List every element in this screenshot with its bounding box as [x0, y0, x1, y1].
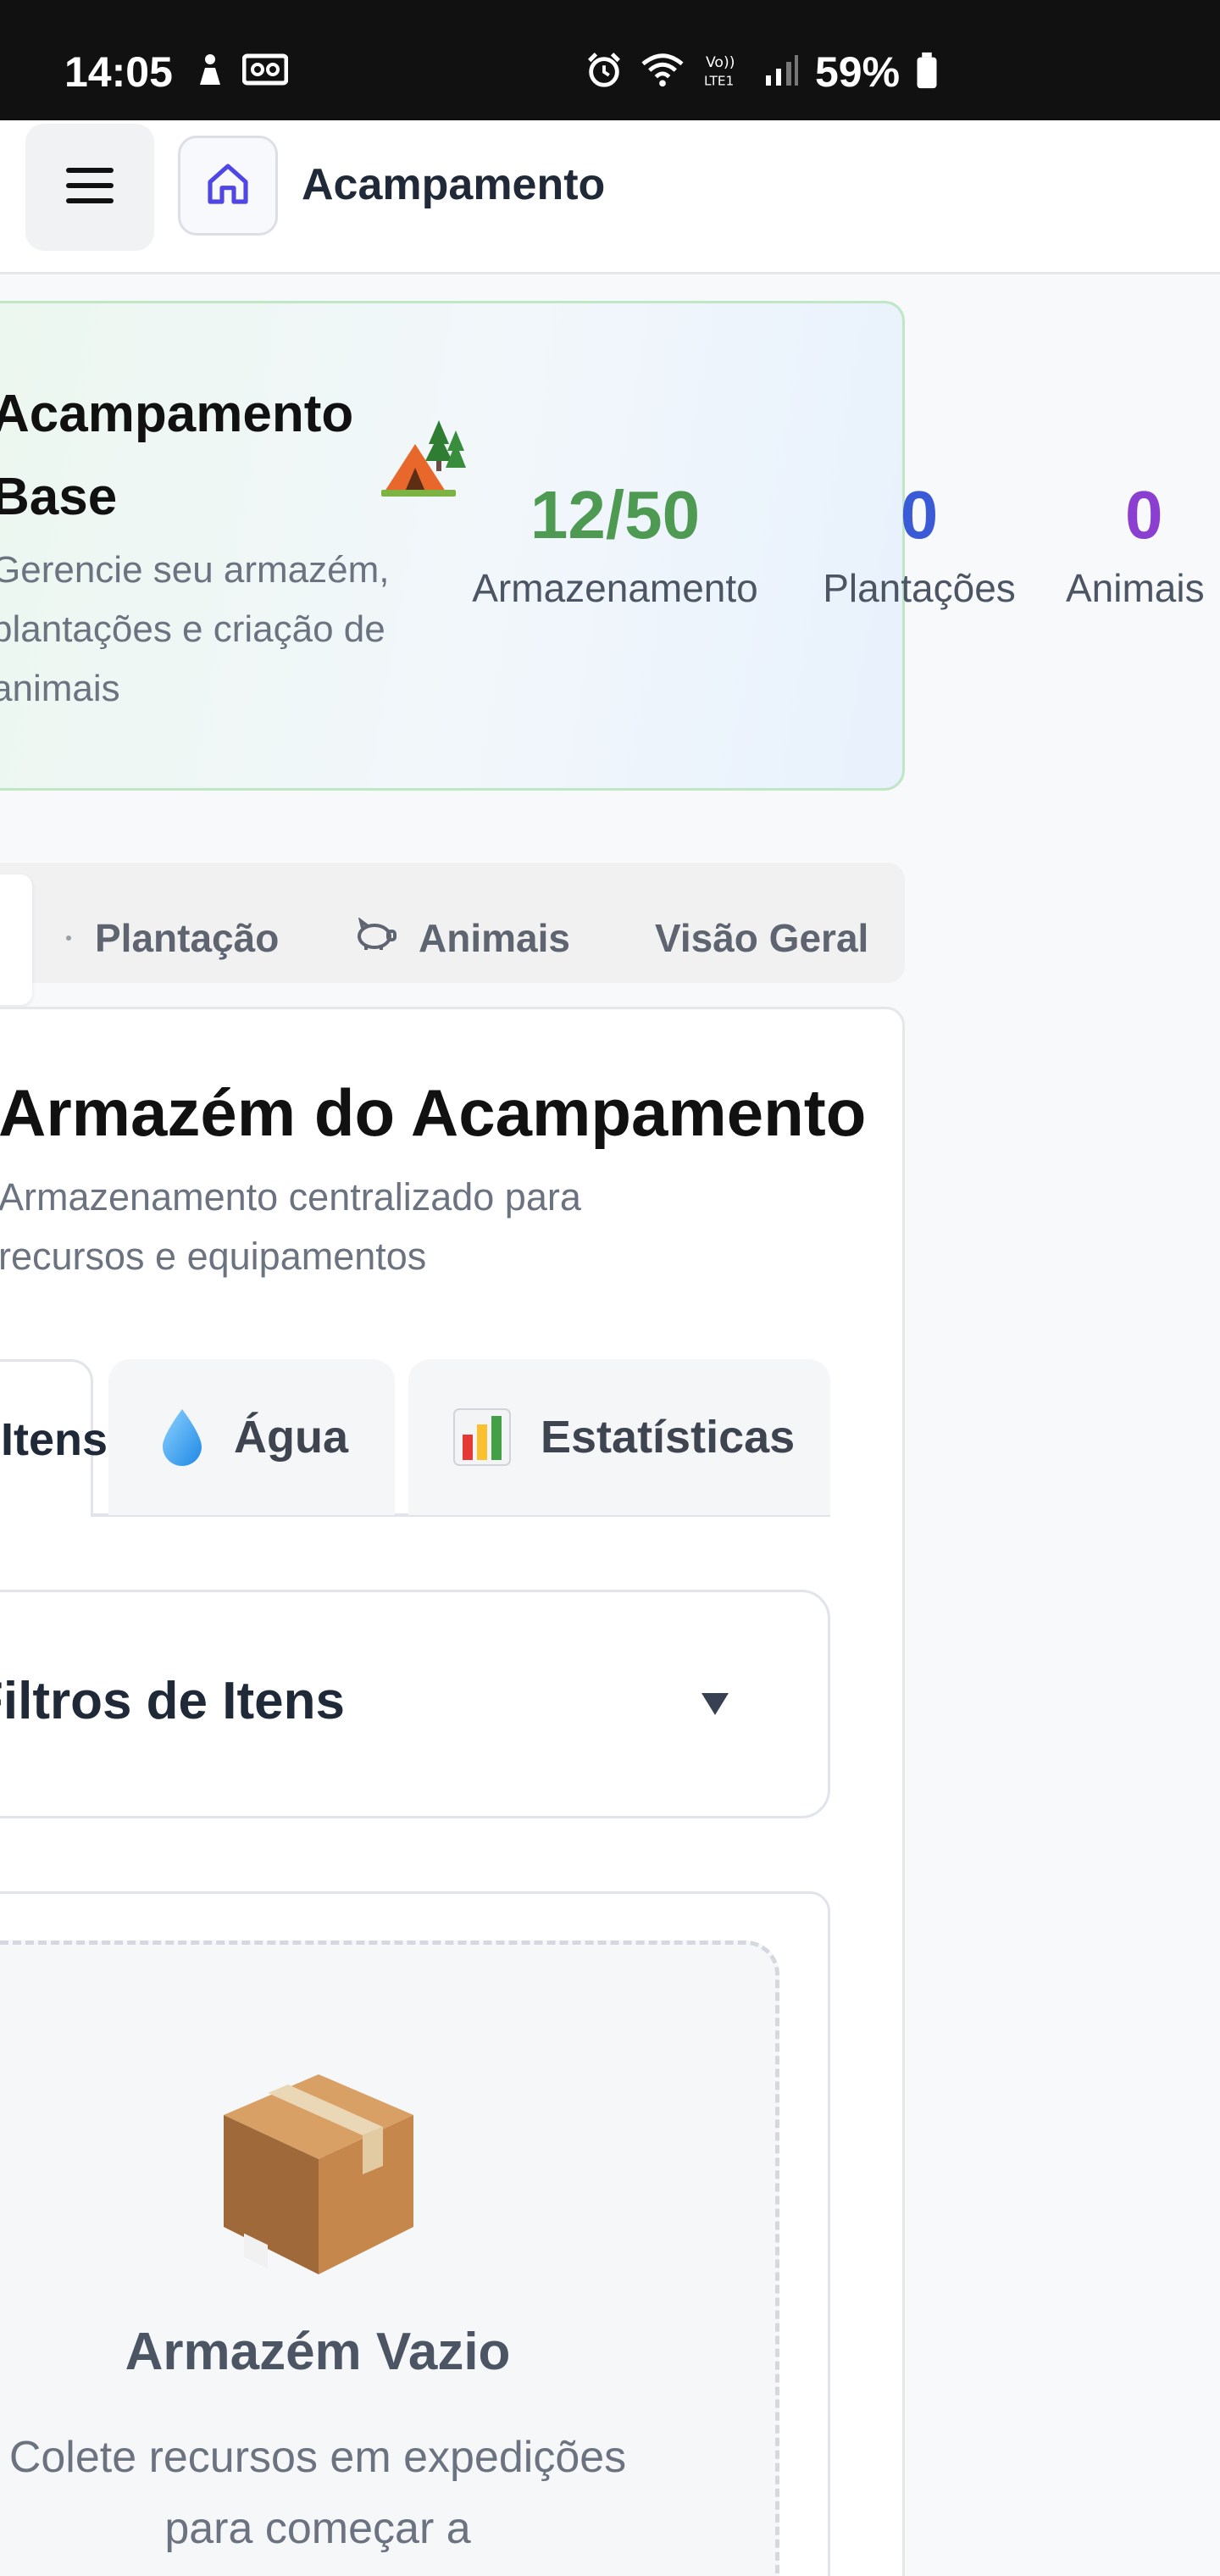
- tab-overview-label: Visão Geral: [655, 916, 869, 960]
- status-bar: 14:05 Vo)) LTE1 59%: [0, 0, 1220, 120]
- subtab-water[interactable]: Água: [108, 1359, 395, 1515]
- warehouse-title: Armazém do Acampamento: [0, 1075, 867, 1150]
- wifi-icon: [639, 51, 686, 94]
- chevron-down-icon[interactable]: [698, 1686, 732, 1720]
- menu-button[interactable]: [25, 124, 154, 251]
- battery-percentage: 59%: [815, 48, 901, 96]
- camp-description: Gerencie seu armazém, plantações e criaç…: [0, 549, 390, 709]
- pig-icon: [354, 915, 396, 961]
- page-title: Acampamento: [302, 160, 606, 209]
- stat-plantations: 0 Plantações: [813, 473, 1025, 613]
- camping-tent-emoji: [378, 414, 466, 502]
- tab-warehouse-active[interactable]: [0, 874, 32, 1005]
- subtab-items-label: Itens: [1, 1413, 108, 1465]
- water-drop-icon: [159, 1407, 205, 1467]
- filters-title: Filtros de Itens: [0, 1672, 345, 1730]
- warehouse-description: Armazenamento centralizado para recursos…: [0, 1175, 581, 1278]
- signal-icon: [762, 52, 800, 93]
- bar-chart-icon: [452, 1407, 512, 1467]
- plant-icon: [66, 935, 71, 941]
- empty-state-description: Colete recursos em expedições para começ…: [8, 2433, 627, 2553]
- stat-storage-value: 12/50: [530, 477, 701, 552]
- alarm-icon: [585, 51, 624, 94]
- status-left-icons: [193, 53, 289, 91]
- camp-title: Acampamento Base: [0, 385, 354, 526]
- stat-animals: 0 Animais: [1066, 473, 1220, 613]
- app-header: Acampamento: [0, 120, 1220, 275]
- subtab-items[interactable]: Itens: [0, 1359, 108, 1517]
- tab-plantation-label: Plantação: [95, 916, 280, 960]
- tab-animals-label: Animais: [419, 916, 570, 960]
- volte-icon: Vo)) LTE1: [702, 51, 747, 94]
- stat-animals-label: Animais: [1066, 566, 1205, 610]
- person-icon: [193, 53, 227, 91]
- stat-animals-value: 0: [1125, 477, 1163, 552]
- status-right: Vo)) LTE1 59%: [585, 47, 939, 97]
- tab-overview[interactable]: Visão Geral: [655, 915, 868, 961]
- svg-text:Vo)): Vo)): [706, 54, 735, 71]
- status-time: 14:05: [64, 48, 173, 96]
- menu-icon: [66, 166, 114, 209]
- package-icon: [217, 2068, 420, 2279]
- home-icon: [204, 160, 252, 212]
- subtab-water-label: Água: [234, 1412, 348, 1463]
- empty-state-title: Armazém Vazio: [125, 2323, 511, 2381]
- home-button[interactable]: [178, 136, 278, 236]
- tab-animals[interactable]: Animais: [354, 915, 570, 961]
- stat-plantations-value: 0: [900, 477, 939, 552]
- stat-storage-label: Armazenamento: [472, 566, 758, 610]
- svg-text:LTE1: LTE1: [704, 73, 734, 88]
- stat-plantations-label: Plantações: [823, 566, 1016, 610]
- battery-icon: [915, 51, 939, 94]
- voicemail-icon: [241, 53, 289, 91]
- stat-storage: 12/50 Armazenamento: [463, 473, 768, 613]
- subtab-statistics-label: Estatísticas: [541, 1412, 796, 1463]
- tab-plantation[interactable]: Plantação: [66, 915, 279, 961]
- subtab-statistics[interactable]: Estatísticas: [408, 1359, 830, 1515]
